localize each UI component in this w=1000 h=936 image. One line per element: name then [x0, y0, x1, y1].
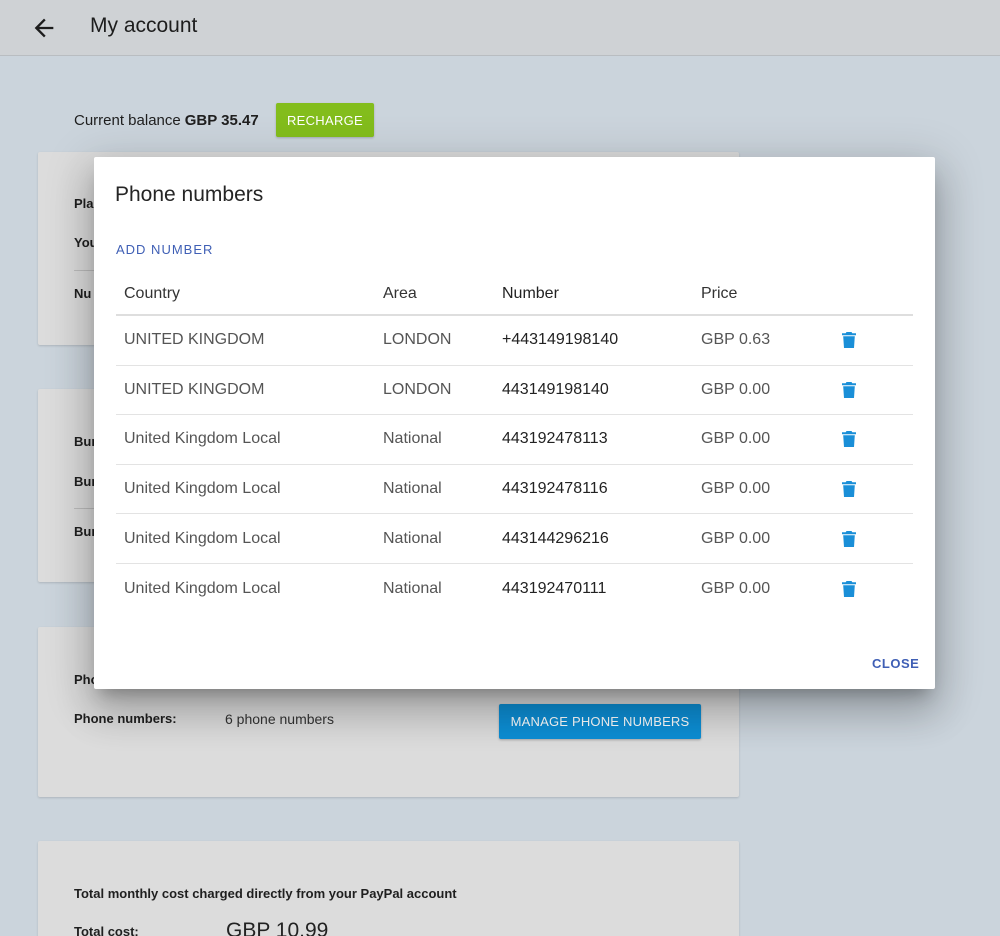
phones-heading: Pho: [74, 672, 94, 687]
number-cell: 443192478116: [502, 480, 608, 498]
column-header-number: Number: [502, 285, 559, 302]
manage-phone-numbers-button[interactable]: MANAGE PHONE NUMBERS: [499, 704, 701, 739]
number-cell: +443149198140: [502, 331, 619, 349]
column-header-price: Price: [701, 285, 738, 302]
number-cell: 443149198140: [502, 380, 609, 398]
table-row: UNITED KINGDOM LONDON 443149198140 GBP 0…: [116, 366, 913, 416]
dialog-title: Phone numbers: [115, 183, 264, 206]
delete-number-button[interactable]: [842, 580, 856, 597]
balance-amount: GBP 35.47: [184, 111, 259, 129]
area-cell: National: [383, 480, 442, 498]
phone-numbers-dialog: Phone numbers ADD NUMBER Country Area Nu…: [94, 157, 935, 689]
delete-number-button[interactable]: [842, 381, 856, 398]
delete-number-button[interactable]: [842, 332, 856, 349]
area-cell: National: [383, 579, 442, 597]
table-row: United Kingdom Local National 4431924781…: [116, 415, 913, 465]
arrow-left-icon: [34, 18, 54, 38]
total-cost-value: GBP 10.99: [226, 919, 329, 936]
trash-icon: [842, 481, 856, 498]
delete-number-button[interactable]: [842, 431, 856, 448]
plan-detail-label: You: [74, 235, 94, 250]
close-dialog-button[interactable]: CLOSE: [872, 656, 919, 671]
trash-icon: [842, 580, 856, 597]
price-cell: GBP 0.00: [701, 529, 771, 547]
area-cell: National: [383, 430, 442, 448]
number-cell: 443192478113: [502, 430, 608, 448]
table-header: Country Area Number Price: [116, 275, 913, 316]
plan-number-label: Nu: [74, 286, 92, 301]
card-divider: [74, 508, 94, 509]
recharge-button[interactable]: RECHARGE: [276, 103, 374, 137]
phone-numbers-label: Phone numbers:: [74, 711, 177, 726]
country-cell: UNITED KINGDOM: [124, 331, 265, 349]
bundle-label: Bur: [74, 434, 94, 449]
trash-icon: [842, 530, 856, 547]
balance-label: Current balance: [74, 111, 181, 129]
table-row: UNITED KINGDOM LONDON +443149198140 GBP …: [116, 316, 913, 366]
total-cost-card: Total monthly cost charged directly from…: [38, 841, 739, 936]
country-cell: United Kingdom Local: [124, 430, 281, 448]
country-cell: United Kingdom Local: [124, 529, 281, 547]
delete-number-button[interactable]: [842, 530, 856, 547]
phone-numbers-table: Country Area Number Price UNITED KINGDOM…: [116, 275, 913, 614]
total-cost-label: Total cost:: [74, 924, 139, 936]
add-number-button[interactable]: ADD NUMBER: [116, 242, 213, 257]
bundle-label: Bur: [74, 524, 94, 539]
table-row: United Kingdom Local National 4431442962…: [116, 514, 913, 564]
trash-icon: [842, 332, 856, 349]
number-cell: 443192470111: [502, 579, 607, 597]
area-cell: National: [383, 529, 442, 547]
number-cell: 443144296216: [502, 529, 609, 547]
card-divider: [74, 270, 94, 271]
table-row: United Kingdom Local National 4431924781…: [116, 465, 913, 515]
country-cell: UNITED KINGDOM: [124, 380, 265, 398]
area-cell: LONDON: [383, 380, 452, 398]
trash-icon: [842, 431, 856, 448]
price-cell: GBP 0.00: [701, 380, 771, 398]
back-button[interactable]: [30, 14, 58, 42]
delete-number-button[interactable]: [842, 481, 856, 498]
price-cell: GBP 0.00: [701, 579, 771, 597]
price-cell: GBP 0.00: [701, 480, 771, 498]
total-cost-description: Total monthly cost charged directly from…: [74, 886, 457, 901]
price-cell: GBP 0.63: [701, 331, 771, 349]
price-cell: GBP 0.00: [701, 430, 771, 448]
table-row: United Kingdom Local National 4431924701…: [116, 564, 913, 614]
trash-icon: [842, 381, 856, 398]
column-header-area: Area: [383, 285, 417, 302]
plan-label: Pla: [74, 196, 94, 211]
area-cell: LONDON: [383, 331, 452, 349]
country-cell: United Kingdom Local: [124, 480, 281, 498]
bundle-label: Bur: [74, 474, 94, 489]
page-title: My account: [90, 14, 198, 37]
column-header-country: Country: [124, 285, 181, 302]
balance-row: Current balance GBP 35.47: [74, 103, 259, 137]
phone-numbers-count: 6 phone numbers: [225, 711, 334, 727]
app-bar: My account: [0, 0, 1000, 56]
country-cell: United Kingdom Local: [124, 579, 281, 597]
